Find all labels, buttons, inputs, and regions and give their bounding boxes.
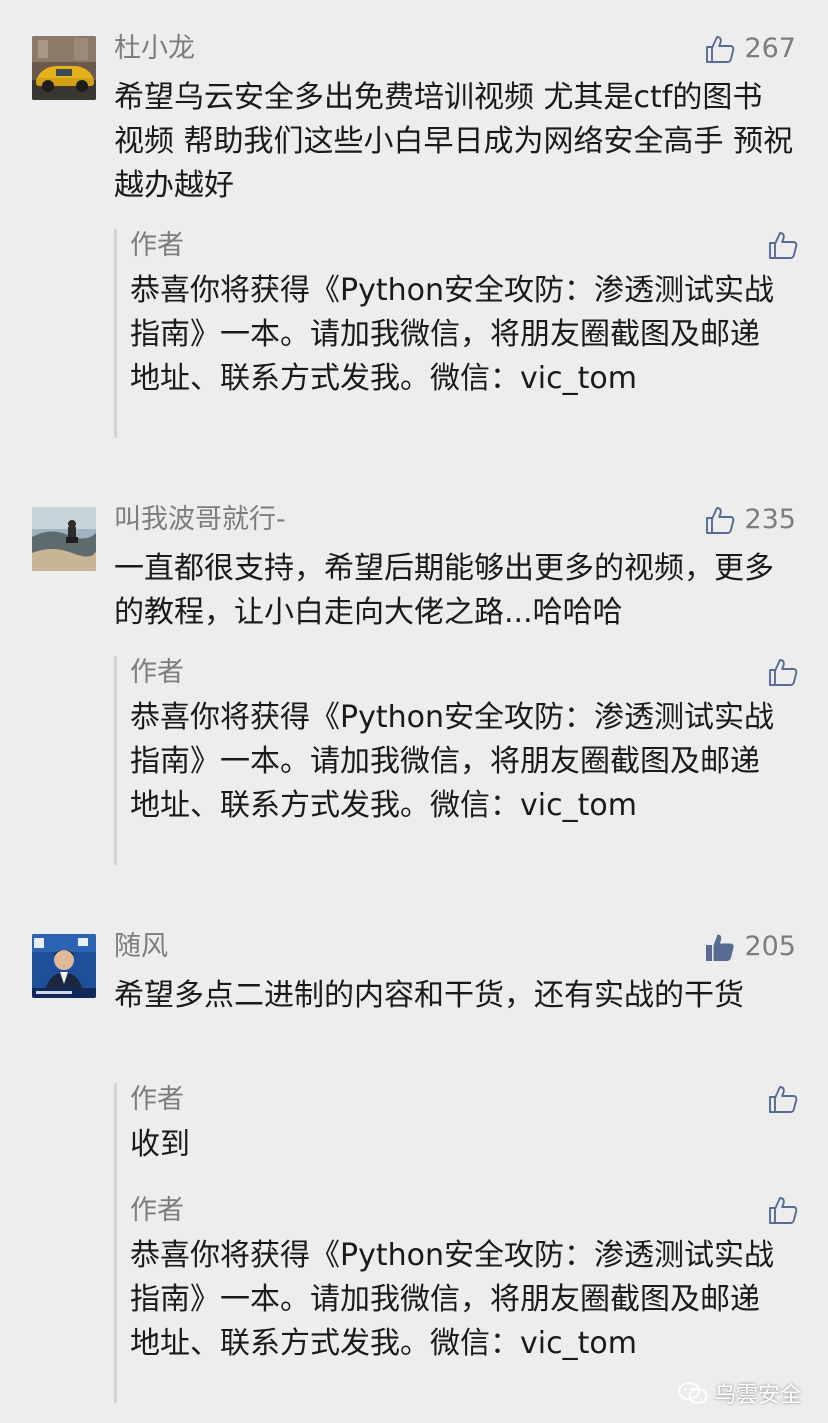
reply-author: 作者 — [130, 230, 184, 261]
comment-content: 一直都很支持，希望后期能够出更多的视频，更多的教程，让小白走向大佬之路...哈哈… — [114, 551, 774, 630]
thumbs-up-icon — [706, 507, 735, 534]
thumbs-up-icon[interactable] — [767, 656, 799, 688]
comment-nickname[interactable]: 杜小龙 — [114, 32, 195, 66]
like-count: 267 — [744, 33, 796, 64]
wechat-icon — [678, 1382, 708, 1404]
thumbs-up-icon[interactable] — [767, 229, 799, 261]
reply-thread: 作者 恭喜你将获得《Python安全攻防：渗透测试实战指南》一本。请加我微信，将… — [114, 229, 799, 438]
like-button[interactable]: 235 — [704, 502, 796, 538]
thumbs-up-icon[interactable] — [767, 1194, 799, 1226]
reply-author: 作者 — [130, 1084, 184, 1115]
avatar[interactable] — [32, 934, 96, 998]
comment-content: 希望多点二进制的内容和干货，还有实战的干货 — [114, 978, 744, 1013]
avatar[interactable] — [32, 507, 96, 571]
comment-nickname[interactable]: 叫我波哥就行- — [114, 503, 286, 537]
reply-thread: 作者 恭喜你将获得《Python安全攻防：渗透测试实战指南》一本。请加我微信，将… — [114, 656, 799, 865]
comment-content: 希望乌云安全多出免费培训视频 尤其是ctf的图书 视频 帮助我们这些小白早日成为… — [114, 80, 794, 203]
like-count: 205 — [744, 931, 796, 962]
thumbs-up-icon — [706, 36, 735, 63]
reply-text: 恭喜你将获得《Python安全攻防：渗透测试实战指南》一本。请加我微信，将朋友圈… — [130, 700, 774, 823]
reply-text: 恭喜你将获得《Python安全攻防：渗透测试实战指南》一本。请加我微信，将朋友圈… — [130, 273, 774, 396]
like-button[interactable]: 205 — [704, 929, 796, 965]
reply-text: 收到 — [130, 1127, 190, 1162]
reply-author: 作者 — [130, 657, 184, 688]
reply-item: 作者 恭喜你将获得《Python安全攻防：渗透测试实战指南》一本。请加我微信，将… — [117, 229, 799, 401]
reply-thread: 作者 收到 作者 恭喜你将获得《Python安全攻防：渗透测试实战指南》一本。请… — [114, 1083, 799, 1403]
reply-item: 作者 恭喜你将获得《Python安全攻防：渗透测试实战指南》一本。请加我微信，将… — [117, 656, 799, 828]
reply-item: 作者 恭喜你将获得《Python安全攻防：渗透测试实战指南》一本。请加我微信，将… — [117, 1194, 799, 1366]
reply-item: 作者 收到 — [117, 1083, 799, 1167]
thumbs-up-icon[interactable] — [767, 1083, 799, 1115]
like-button[interactable]: 267 — [704, 31, 796, 67]
thumbs-up-filled-icon — [706, 934, 735, 961]
like-count: 235 — [744, 504, 796, 535]
reply-text: 恭喜你将获得《Python安全攻防：渗透测试实战指南》一本。请加我微信，将朋友圈… — [130, 1238, 774, 1361]
watermark: 乌雲安全 — [678, 1377, 802, 1409]
reply-author: 作者 — [130, 1195, 184, 1226]
comment-nickname[interactable]: 随风 — [114, 930, 168, 964]
avatar[interactable] — [32, 36, 96, 100]
watermark-text: 乌雲安全 — [713, 1383, 802, 1408]
